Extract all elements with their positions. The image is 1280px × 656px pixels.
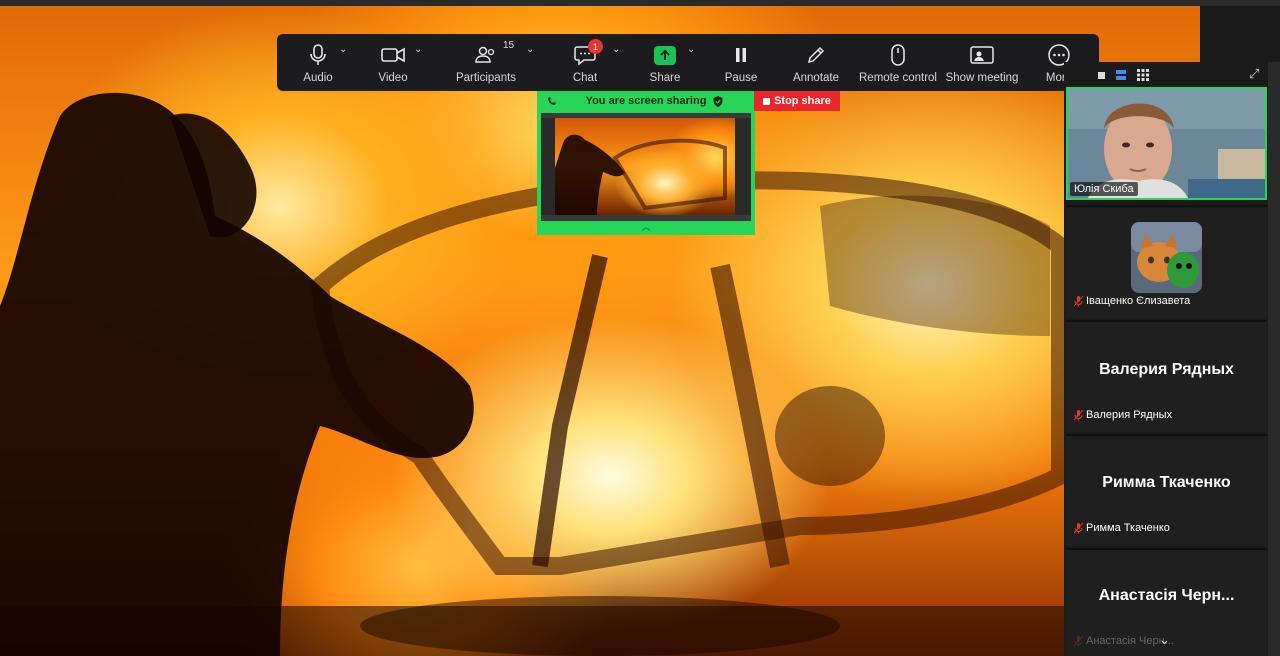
video-camera-icon	[381, 47, 405, 63]
participants-label: Participants	[455, 72, 517, 84]
gallery-view-icon[interactable]	[1137, 69, 1149, 81]
shield-check-icon	[713, 96, 723, 107]
microphone-icon	[310, 44, 326, 65]
participant-display-name: Римма Ткаченко	[1102, 474, 1231, 491]
speaker-view-icon[interactable]	[1115, 69, 1127, 81]
annotate-button[interactable]: Annotate	[791, 42, 841, 88]
participants-options-chevron-icon[interactable]: ⌄	[526, 44, 534, 55]
mouse-icon	[891, 44, 905, 66]
participant-display-name: Валерия Рядных	[1099, 361, 1234, 378]
remote-control-button[interactable]: Remote control	[859, 42, 937, 88]
pause-share-button[interactable]: Pause	[723, 42, 759, 88]
chat-options-chevron-icon[interactable]: ⌄	[612, 44, 620, 55]
annotate-label: Annotate	[792, 72, 840, 84]
show-meeting-label: Show meeting	[945, 72, 1019, 84]
chat-label: Chat	[572, 72, 598, 84]
microphone-muted-icon	[1074, 522, 1083, 533]
participant-name: Римма Ткаченко	[1086, 522, 1170, 534]
participant-name: Іващенко Єлизавета	[1086, 295, 1191, 307]
screen-sharing-text: You are screen sharing	[585, 95, 707, 107]
scroll-down-chevron-icon[interactable]: ⌄	[1159, 632, 1170, 648]
stop-share-button[interactable]: Stop share	[754, 91, 840, 111]
audio-button[interactable]: Audio	[295, 42, 341, 88]
video-button[interactable]: Video	[373, 42, 413, 88]
audio-label: Audio	[303, 72, 333, 84]
person-silhouette	[0, 92, 474, 656]
share-preview-thumbnail[interactable]: ︿	[537, 111, 755, 235]
pencil-icon	[807, 46, 825, 64]
meeting-toolbar: Audio ⌄ Video ⌄ Participants 15 ⌄ Chat 1…	[277, 34, 1099, 91]
participant-name-tag: Валерия Рядных	[1070, 408, 1176, 422]
share-options-chevron-icon[interactable]: ⌄	[687, 44, 695, 55]
participant-name: Юлія Скиба	[1074, 183, 1134, 195]
participants-count: 15	[503, 40, 515, 51]
participant-name-tag: Римма Ткаченко	[1070, 521, 1174, 535]
expand-arrows-icon[interactable]: ⤢	[1249, 66, 1259, 82]
stop-share-label: Stop share	[774, 95, 831, 107]
audio-options-chevron-icon[interactable]: ⌄	[339, 44, 347, 55]
preview-collapse-chevron-icon[interactable]: ︿	[537, 220, 755, 233]
pause-label: Pause	[724, 72, 758, 84]
panel-scrollbar-track[interactable]	[1268, 62, 1280, 656]
participant-name-tag: Іващенко Єлизавета	[1070, 294, 1194, 308]
panel-view-switcher	[1092, 66, 1274, 84]
tile-divider	[1066, 205, 1267, 207]
participant-name: Валерия Рядных	[1086, 409, 1173, 421]
participant-avatar	[1131, 222, 1202, 293]
share-label: Share	[649, 72, 681, 84]
preview-screen	[541, 113, 751, 221]
screen-sharing-banner[interactable]: You are screen sharing	[537, 91, 755, 111]
phone-icon	[548, 97, 556, 105]
microphone-muted-icon	[1074, 409, 1083, 420]
microphone-muted-icon	[1074, 635, 1083, 646]
show-meeting-window-icon	[970, 46, 994, 64]
video-options-chevron-icon[interactable]: ⌄	[414, 44, 422, 55]
participant-name-tag: Юлія Скиба	[1070, 182, 1138, 196]
participant-display-name: Анастасія Черн...	[1098, 587, 1235, 604]
pause-icon	[736, 48, 746, 62]
participants-icon	[475, 46, 495, 63]
stop-square-icon	[763, 97, 771, 105]
preview-fire-image	[555, 118, 735, 216]
share-button[interactable]: Share	[647, 42, 683, 88]
show-meeting-button[interactable]: Show meeting	[946, 42, 1018, 88]
chat-unread-badge: 1	[588, 39, 603, 54]
participant-video-tile[interactable]: Юлія Скиба	[1066, 87, 1267, 200]
microphone-muted-icon	[1074, 295, 1083, 306]
video-label: Video	[378, 72, 408, 84]
share-arrow-up-icon	[660, 49, 670, 60]
minimize-view-icon[interactable]	[1098, 71, 1105, 79]
participant-tile[interactable]: Іващенко Єлизавета	[1066, 208, 1267, 318]
remote-control-label: Remote control	[859, 72, 937, 84]
